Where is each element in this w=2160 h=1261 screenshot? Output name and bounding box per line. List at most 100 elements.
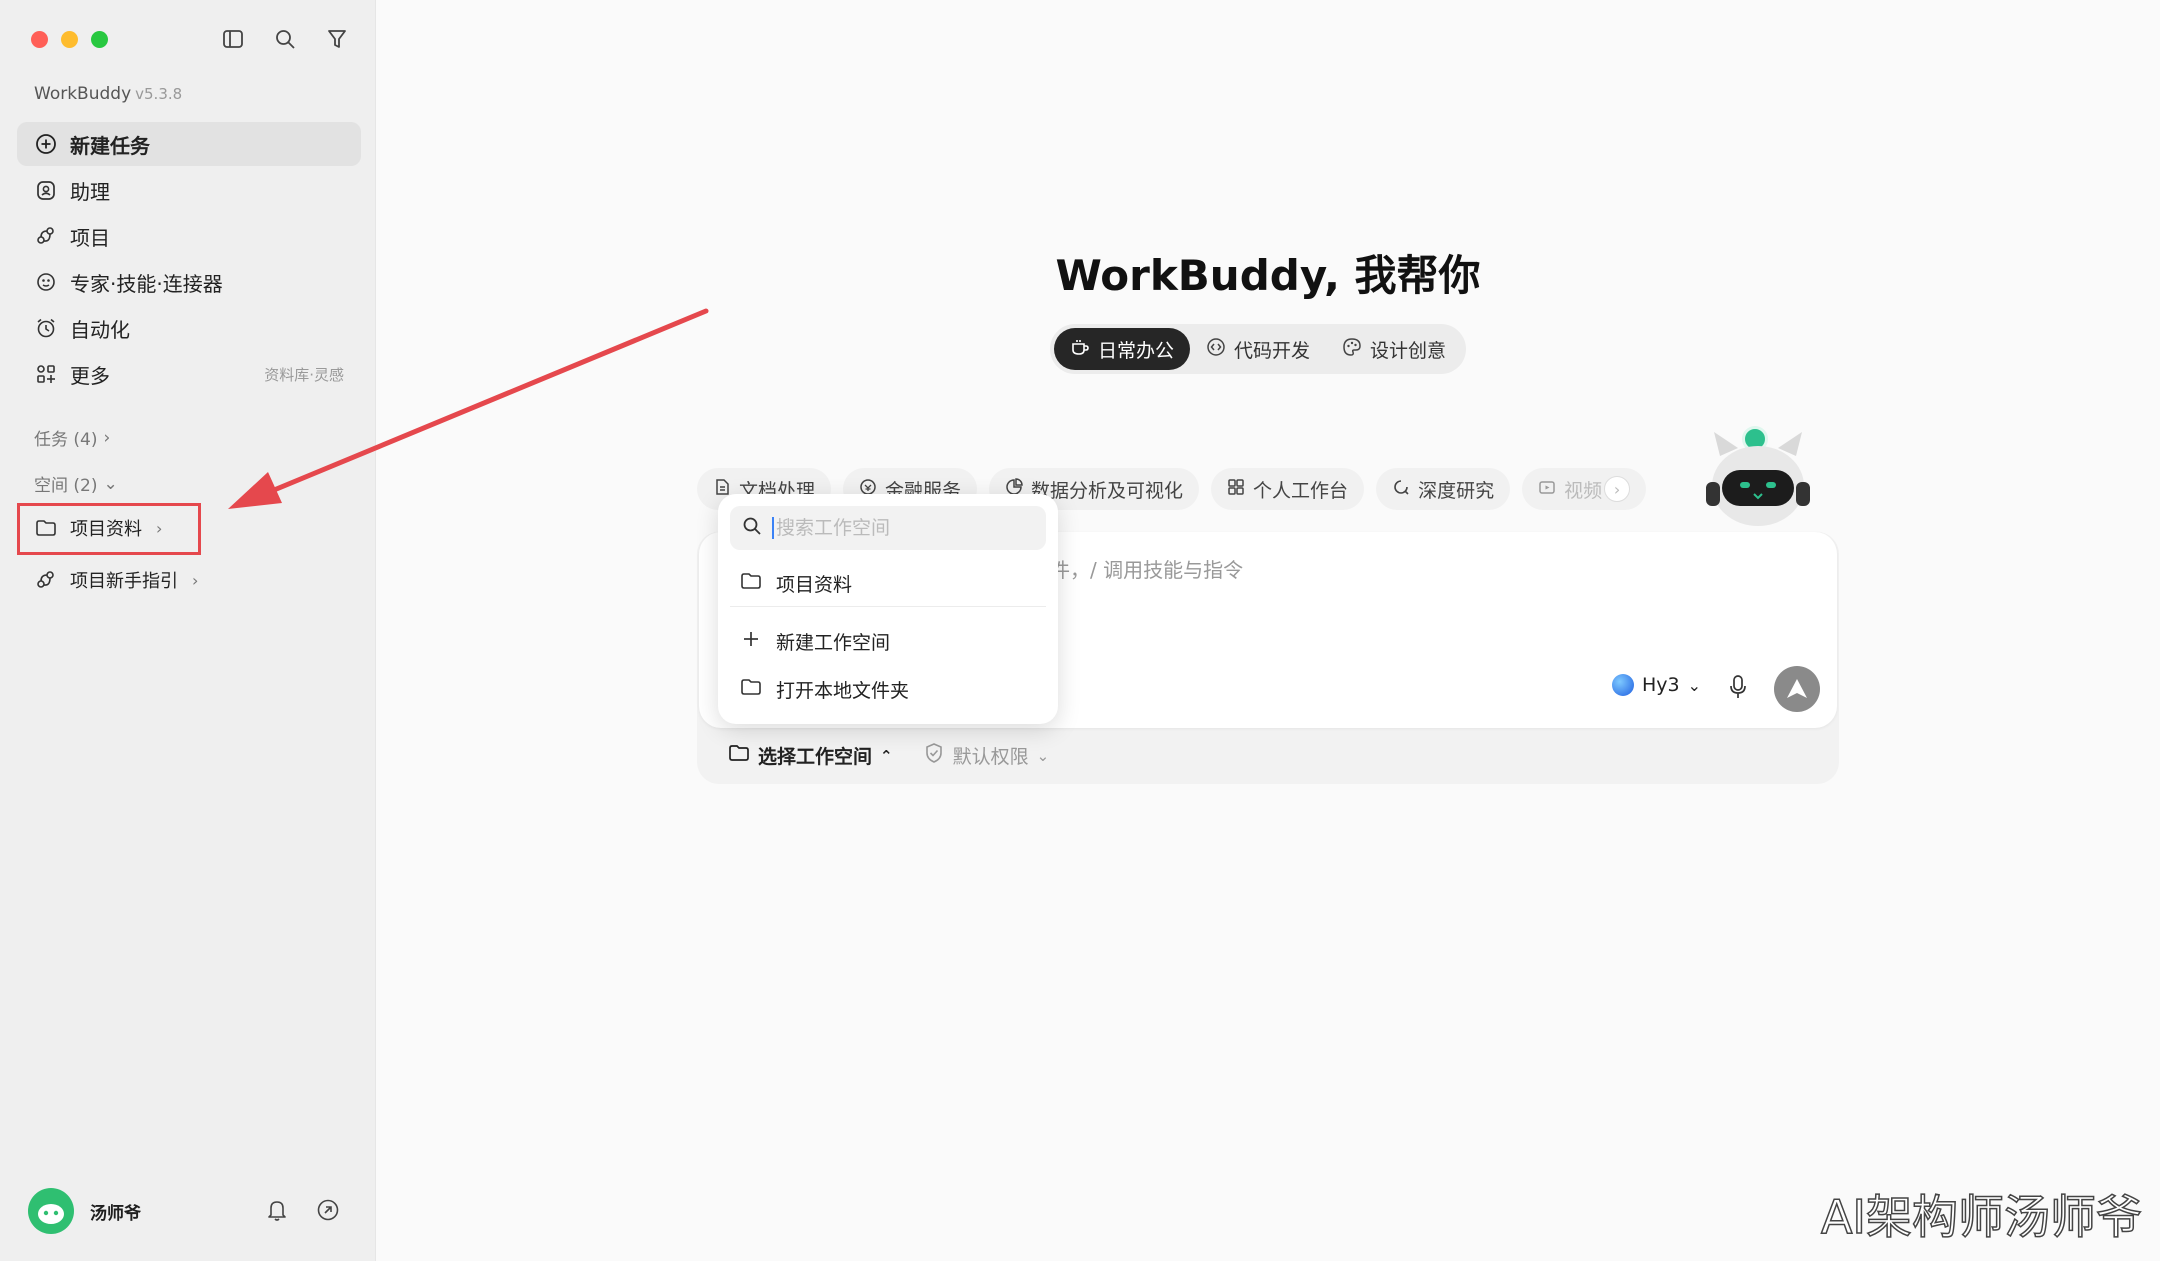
apps-icon (34, 362, 58, 386)
dropdown-item-new-workspace[interactable]: 新建工作空间 (740, 628, 890, 655)
search-icon (742, 516, 762, 540)
chip-deep-research[interactable]: 深度研究 (1376, 468, 1511, 510)
workspace-label: 项目新手指引 (70, 571, 178, 592)
sidebar-item-label: 项目 (70, 225, 110, 250)
tasks-group-label: 任务 (4) (34, 430, 98, 450)
tasks-group-toggle[interactable]: 任务 (4) › (34, 425, 111, 451)
bell-icon[interactable] (266, 1198, 288, 1226)
assistant-icon (34, 178, 58, 202)
tab-label: 日常办公 (1098, 339, 1175, 362)
permission-selector[interactable]: 默认权限 ⌄ (923, 742, 1050, 769)
minimize-window-button[interactable] (61, 31, 78, 48)
folder-icon (740, 570, 762, 597)
sidebar-item-project[interactable]: 项目 (17, 214, 361, 258)
tab-daily-office[interactable]: 日常办公 (1054, 328, 1191, 370)
folder-icon (740, 676, 762, 703)
watermark: AI架构师汤师爷 (1820, 1189, 2143, 1245)
sidebar-item-more[interactable]: 更多 资料库·灵感 (17, 352, 361, 396)
composer-footer: 选择工作空间 ⌃ 默认权限 ⌄ (728, 742, 1049, 769)
dropdown-item-open-folder[interactable]: 打开本地文件夹 (740, 676, 909, 703)
video-icon (1538, 478, 1556, 501)
permission-label: 默认权限 (952, 746, 1029, 768)
code-icon (1206, 337, 1226, 362)
workspace-dropdown: 项目资料 新建工作空间 打开本地文件夹 (718, 494, 1058, 724)
plus-circle-icon (34, 132, 58, 156)
folder-icon (728, 742, 750, 769)
chevron-up-icon: ⌃ (880, 746, 893, 765)
mode-switcher: 日常办公 代码开发 设计创意 (1050, 324, 1467, 374)
dropdown-item-workspace[interactable]: 项目资料 (740, 570, 852, 597)
alarm-icon (34, 316, 58, 340)
send-button[interactable] (1774, 666, 1820, 712)
microphone-icon[interactable] (1728, 674, 1748, 704)
dropdown-divider (730, 606, 1046, 607)
sidebar-item-label: 专家·技能·连接器 (70, 271, 223, 296)
chip-label: 深度研究 (1418, 479, 1495, 502)
cup-icon (1070, 337, 1090, 362)
link-icon[interactable] (316, 1198, 340, 1226)
window-controls (31, 31, 108, 48)
project-icon (34, 568, 58, 592)
expert-icon (34, 270, 58, 294)
workspace-search-input[interactable] (772, 517, 1032, 539)
chevron-down-icon: ⌄ (1036, 746, 1050, 765)
sidebar-item-new-task[interactable]: 新建任务 (17, 122, 361, 166)
workspace-item[interactable]: 项目新手指引 › (34, 567, 198, 593)
spaces-group-toggle[interactable]: 空间 (2) ⌄ (34, 471, 118, 497)
sidebar-item-label: 新建任务 (70, 133, 150, 158)
chip-label: 数据分析及可视化 (1031, 479, 1184, 502)
headline-text: WorkBuddy, 我帮你 (1055, 251, 1481, 300)
prompt-placeholder: 件，/ 调用技能与指令 (1050, 558, 1244, 582)
workspace-selector-label: 选择工作空间 (758, 746, 873, 768)
chip-video[interactable]: 视频 › (1522, 468, 1647, 510)
research-icon (1392, 478, 1410, 501)
chip-personal-workbench[interactable]: 个人工作台 (1211, 468, 1365, 510)
page-title: WorkBuddy, 我帮你 (376, 242, 2160, 303)
sidebar: WorkBuddy v5.3.8 新建任务 助理 项目 专家·技能·连接器 自动化… (0, 0, 376, 1261)
shield-check-icon (923, 742, 945, 769)
user-name: 汤师爷 (90, 1203, 141, 1224)
grid-icon (1227, 478, 1245, 501)
annotation-highlight-box (17, 503, 201, 555)
tab-code-dev[interactable]: 代码开发 (1190, 328, 1326, 370)
dropdown-item-label: 项目资料 (776, 574, 853, 596)
sidebar-item-automation[interactable]: 自动化 (17, 306, 361, 350)
model-selector[interactable]: Hy3 ⌄ (1612, 674, 1701, 696)
chevron-down-icon: ⌄ (103, 473, 118, 494)
workspace-selector[interactable]: 选择工作空间 ⌃ (728, 742, 893, 769)
palette-icon (1342, 337, 1362, 362)
sidebar-item-assistant[interactable]: 助理 (17, 168, 361, 212)
search-icon[interactable] (272, 26, 298, 52)
spaces-group-label: 空间 (2) (34, 476, 98, 496)
toggle-sidebar-icon[interactable] (220, 26, 246, 52)
model-logo-icon (1612, 674, 1634, 696)
filter-icon[interactable] (324, 26, 350, 52)
zoom-window-button[interactable] (91, 31, 108, 48)
close-window-button[interactable] (31, 31, 48, 48)
chevron-right-icon[interactable]: › (1604, 476, 1631, 502)
chip-label: 视频 (1564, 479, 1603, 502)
sidebar-item-label: 自动化 (70, 317, 130, 342)
chevron-right-icon: › (103, 427, 111, 448)
sidebar-item-label: 更多 (70, 363, 110, 388)
more-hint: 资料库·灵感 (264, 365, 344, 384)
version-label: v5.3.8 (135, 85, 183, 103)
dropdown-item-label: 打开本地文件夹 (776, 680, 910, 702)
sidebar-toolbar (220, 26, 350, 52)
chevron-right-icon: › (192, 570, 199, 590)
sidebar-item-experts[interactable]: 专家·技能·连接器 (17, 260, 361, 304)
project-icon (34, 224, 58, 248)
avatar (28, 1188, 74, 1234)
dropdown-item-label: 新建工作空间 (776, 632, 891, 654)
sidebar-item-label: 助理 (70, 179, 110, 204)
chip-label: 个人工作台 (1253, 479, 1349, 502)
sidebar-nav: 新建任务 助理 项目 专家·技能·连接器 自动化 更多 资料库·灵感 (17, 122, 361, 398)
model-label: Hy3 (1642, 674, 1680, 696)
app-name: WorkBuddy (34, 84, 132, 104)
chevron-down-icon: ⌄ (1687, 675, 1702, 695)
user-profile[interactable]: 汤师爷 (28, 1188, 141, 1234)
user-actions (266, 1198, 340, 1226)
mascot-robot (1700, 426, 1816, 530)
workspace-search (730, 506, 1046, 550)
tab-design[interactable]: 设计创意 (1326, 328, 1462, 370)
